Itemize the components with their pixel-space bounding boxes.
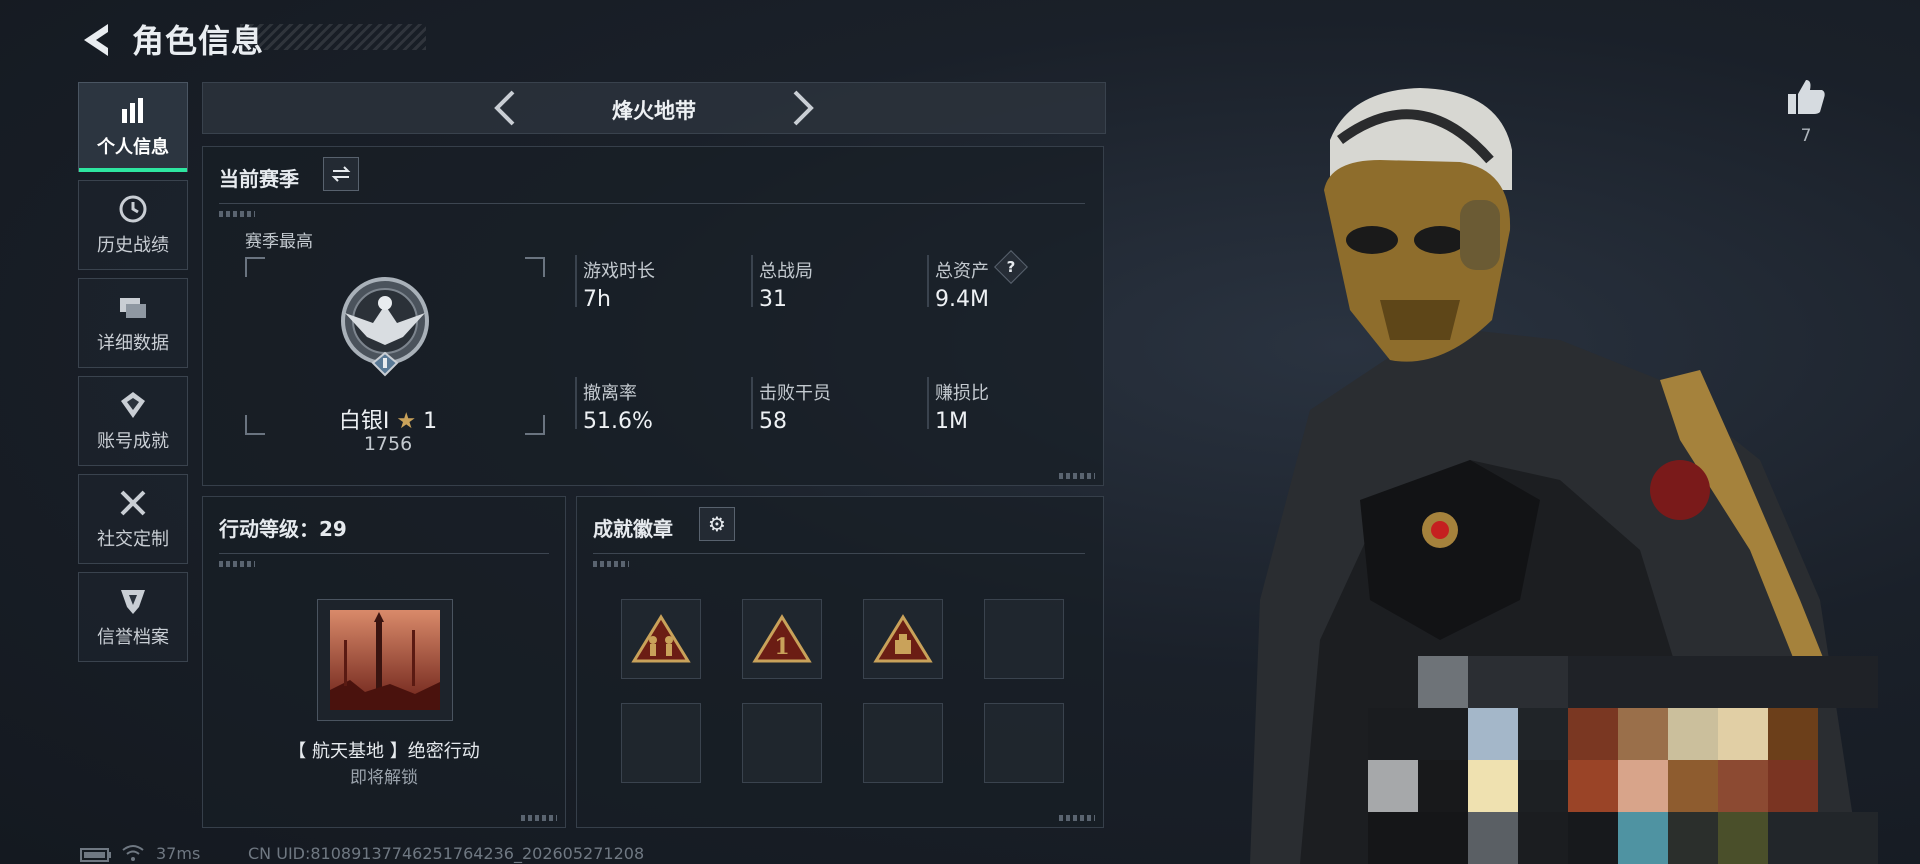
stat-accent bbox=[751, 255, 753, 307]
achievements-panel: 成就徽章 ⚙ 1 bbox=[576, 496, 1104, 828]
star-icon: ★ bbox=[396, 409, 417, 434]
nav-label: 社交定制 bbox=[97, 529, 169, 550]
decoration bbox=[219, 561, 255, 567]
nav-item-personal-info[interactable]: 个人信息 bbox=[78, 82, 188, 172]
frame-corner bbox=[525, 415, 545, 435]
history-icon bbox=[119, 195, 147, 223]
badge-slot[interactable] bbox=[863, 599, 943, 679]
wifi-icon bbox=[122, 845, 144, 861]
mode-selector: 烽火地带 bbox=[202, 82, 1106, 134]
action-level-panel: 行动等级：29 【 航天基地 】绝密行动 即将解锁 bbox=[202, 496, 566, 828]
badge-slot[interactable]: 1 bbox=[742, 599, 822, 679]
tools-icon bbox=[120, 490, 146, 516]
achievements-title: 成就徽章 bbox=[593, 517, 673, 541]
stat-accent bbox=[751, 377, 753, 429]
stat-value: 9.4M bbox=[935, 287, 989, 312]
bar-chart-icon bbox=[122, 98, 143, 123]
stat-accent bbox=[927, 255, 929, 307]
swap-icon bbox=[331, 166, 351, 182]
nav-label: 账号成就 bbox=[97, 431, 169, 452]
stat-label: 总战局 bbox=[759, 261, 813, 282]
stat-value: 58 bbox=[759, 409, 787, 434]
soldiers-badge-icon bbox=[631, 614, 691, 663]
mode-title: 烽火地带 bbox=[612, 99, 696, 123]
stat-label: 击败干员 bbox=[759, 383, 831, 404]
season-panel: 当前赛季 赛季最高 白银I ★ 1 1756 游戏时长 7h 总战局 31 总资… bbox=[202, 146, 1104, 486]
nav-label: 信誉档案 bbox=[97, 627, 169, 648]
nav-item-detailed-data[interactable]: 详细数据 bbox=[78, 278, 188, 368]
gear-icon: ⚙ bbox=[708, 512, 726, 536]
decoration bbox=[219, 211, 255, 217]
frame-corner bbox=[245, 257, 265, 277]
rank-stars: 1 bbox=[423, 409, 438, 434]
decoration bbox=[593, 561, 629, 567]
rank-label: 白银I ★ 1 bbox=[263, 403, 513, 435]
season-best-label: 赛季最高 bbox=[245, 232, 313, 252]
nav-item-reputation[interactable]: 信誉档案 bbox=[78, 572, 188, 662]
mission-card[interactable] bbox=[317, 599, 453, 721]
rank-name: 白银I bbox=[338, 409, 390, 434]
rank-emblem-icon bbox=[341, 277, 429, 377]
nav-item-history[interactable]: 历史战绩 bbox=[78, 180, 188, 270]
decoration bbox=[1059, 473, 1095, 479]
chevron-right-icon[interactable] bbox=[787, 89, 817, 127]
stat-label: 撤离率 bbox=[583, 383, 637, 404]
stat-label: 赚损比 bbox=[935, 383, 989, 404]
rank-score: 1756 bbox=[363, 433, 413, 455]
stat-label: 游戏时长 bbox=[583, 261, 655, 282]
divider bbox=[593, 553, 1085, 554]
folders-icon bbox=[120, 298, 146, 318]
battery-icon bbox=[80, 848, 111, 862]
season-title: 当前赛季 bbox=[219, 167, 299, 191]
stat-value: 31 bbox=[759, 287, 787, 312]
back-arrow-icon[interactable] bbox=[78, 20, 114, 60]
stat-accent bbox=[575, 255, 577, 307]
stat-value: 1M bbox=[935, 409, 968, 434]
decoration bbox=[521, 815, 557, 821]
switch-season-button[interactable] bbox=[323, 157, 359, 191]
nav-item-achievements[interactable]: 账号成就 bbox=[78, 376, 188, 466]
badge-slot-empty[interactable] bbox=[863, 703, 943, 783]
ping-text: 37ms bbox=[156, 844, 201, 863]
mission-name: 【 航天基地 】绝密行动 bbox=[288, 741, 480, 762]
frame-corner bbox=[245, 415, 265, 435]
supply-badge-icon bbox=[873, 614, 933, 663]
frame-corner bbox=[525, 257, 545, 277]
badge-slot-empty[interactable] bbox=[984, 703, 1064, 783]
mission-status: 即将解锁 bbox=[350, 768, 418, 788]
svg-text:1: 1 bbox=[774, 634, 789, 660]
badge-slot[interactable] bbox=[621, 599, 701, 679]
achievement-icon bbox=[121, 392, 145, 418]
action-level-title: 行动等级：29 bbox=[219, 517, 347, 541]
thumbs-up-icon[interactable] bbox=[1786, 78, 1826, 116]
like-count: 7 bbox=[1800, 126, 1812, 146]
badge-slot-empty[interactable] bbox=[984, 599, 1064, 679]
help-icon: ? bbox=[1006, 258, 1016, 276]
title-decoration bbox=[240, 24, 426, 50]
mission-thumbnail bbox=[330, 610, 440, 710]
nav-label: 历史战绩 bbox=[97, 235, 169, 256]
stat-value: 51.6% bbox=[583, 409, 653, 434]
mosaic-overlay bbox=[1368, 656, 1878, 864]
badge-slot-empty[interactable] bbox=[621, 703, 701, 783]
achievement-settings-button[interactable]: ⚙ bbox=[699, 507, 735, 541]
nav-item-social[interactable]: 社交定制 bbox=[78, 474, 188, 564]
nav-label: 详细数据 bbox=[97, 333, 169, 354]
page-title: 角色信息 bbox=[132, 22, 265, 60]
stat-label: 总资产 bbox=[935, 261, 989, 282]
badge-slot-empty[interactable] bbox=[742, 703, 822, 783]
shield-icon bbox=[121, 590, 145, 614]
divider bbox=[219, 553, 549, 554]
number-one-badge-icon: 1 bbox=[752, 614, 812, 663]
stat-accent bbox=[575, 377, 577, 429]
divider bbox=[219, 203, 1085, 204]
stat-value: 7h bbox=[583, 287, 611, 312]
uid-text: CN UID:810891377462517642​36_20260527120… bbox=[248, 844, 645, 863]
stat-accent bbox=[927, 377, 929, 429]
decoration bbox=[1059, 815, 1095, 821]
nav-label: 个人信息 bbox=[97, 137, 169, 158]
